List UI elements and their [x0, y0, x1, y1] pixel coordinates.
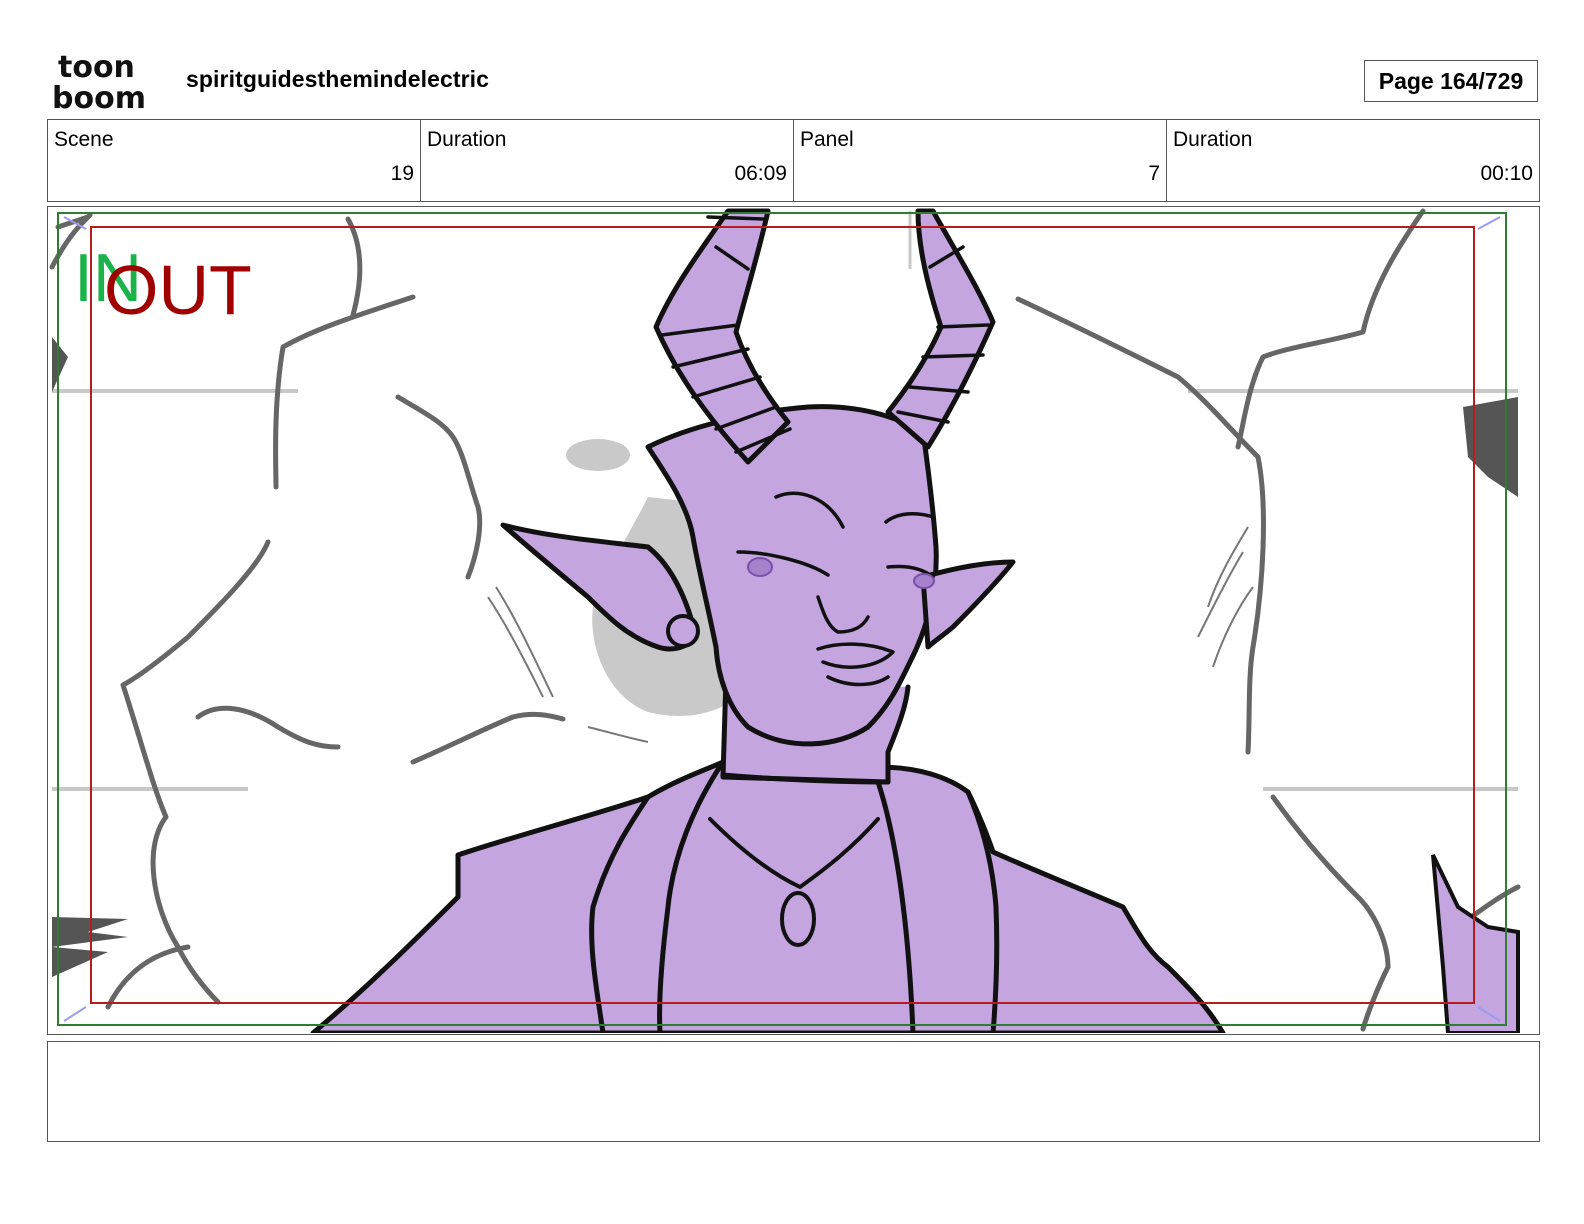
scene-cell: Scene 19	[48, 120, 421, 201]
out-marker: OUT	[104, 251, 252, 329]
scene-duration-label: Duration	[427, 128, 507, 151]
toonboom-logo: toon boom	[52, 50, 164, 116]
scene-value: 19	[390, 162, 414, 185]
panel-notes-box[interactable]	[47, 1041, 1540, 1142]
page-indicator: Page 164/729	[1364, 60, 1538, 102]
project-title: spiritguidesthemindelectric	[186, 66, 490, 92]
logo-bottom-text: boom	[52, 81, 146, 112]
scene-label: Scene	[54, 128, 114, 151]
panel-duration-label: Duration	[1173, 128, 1253, 151]
right-edge-scribbles	[1463, 397, 1518, 497]
scene-info-table: Scene 19 Duration 06:09 Panel 7 Duration…	[47, 119, 1540, 202]
panel-value: 7	[1148, 162, 1160, 185]
right-rock-hatching	[1197, 526, 1254, 668]
scene-duration-value: 06:09	[734, 162, 787, 185]
logo-top-text: toon	[58, 50, 135, 85]
panel-label: Panel	[800, 128, 854, 151]
panel-duration-cell: Duration 00:10	[1167, 120, 1539, 201]
smoke-puff	[566, 439, 630, 471]
panel-duration-value: 00:10	[1480, 162, 1533, 185]
panel-cell: Panel 7	[794, 120, 1167, 201]
storyboard-panel[interactable]: IN OUT	[47, 206, 1540, 1035]
panel-drawing: IN OUT	[49, 208, 1521, 1033]
scene-duration-cell: Duration 06:09	[421, 120, 794, 201]
